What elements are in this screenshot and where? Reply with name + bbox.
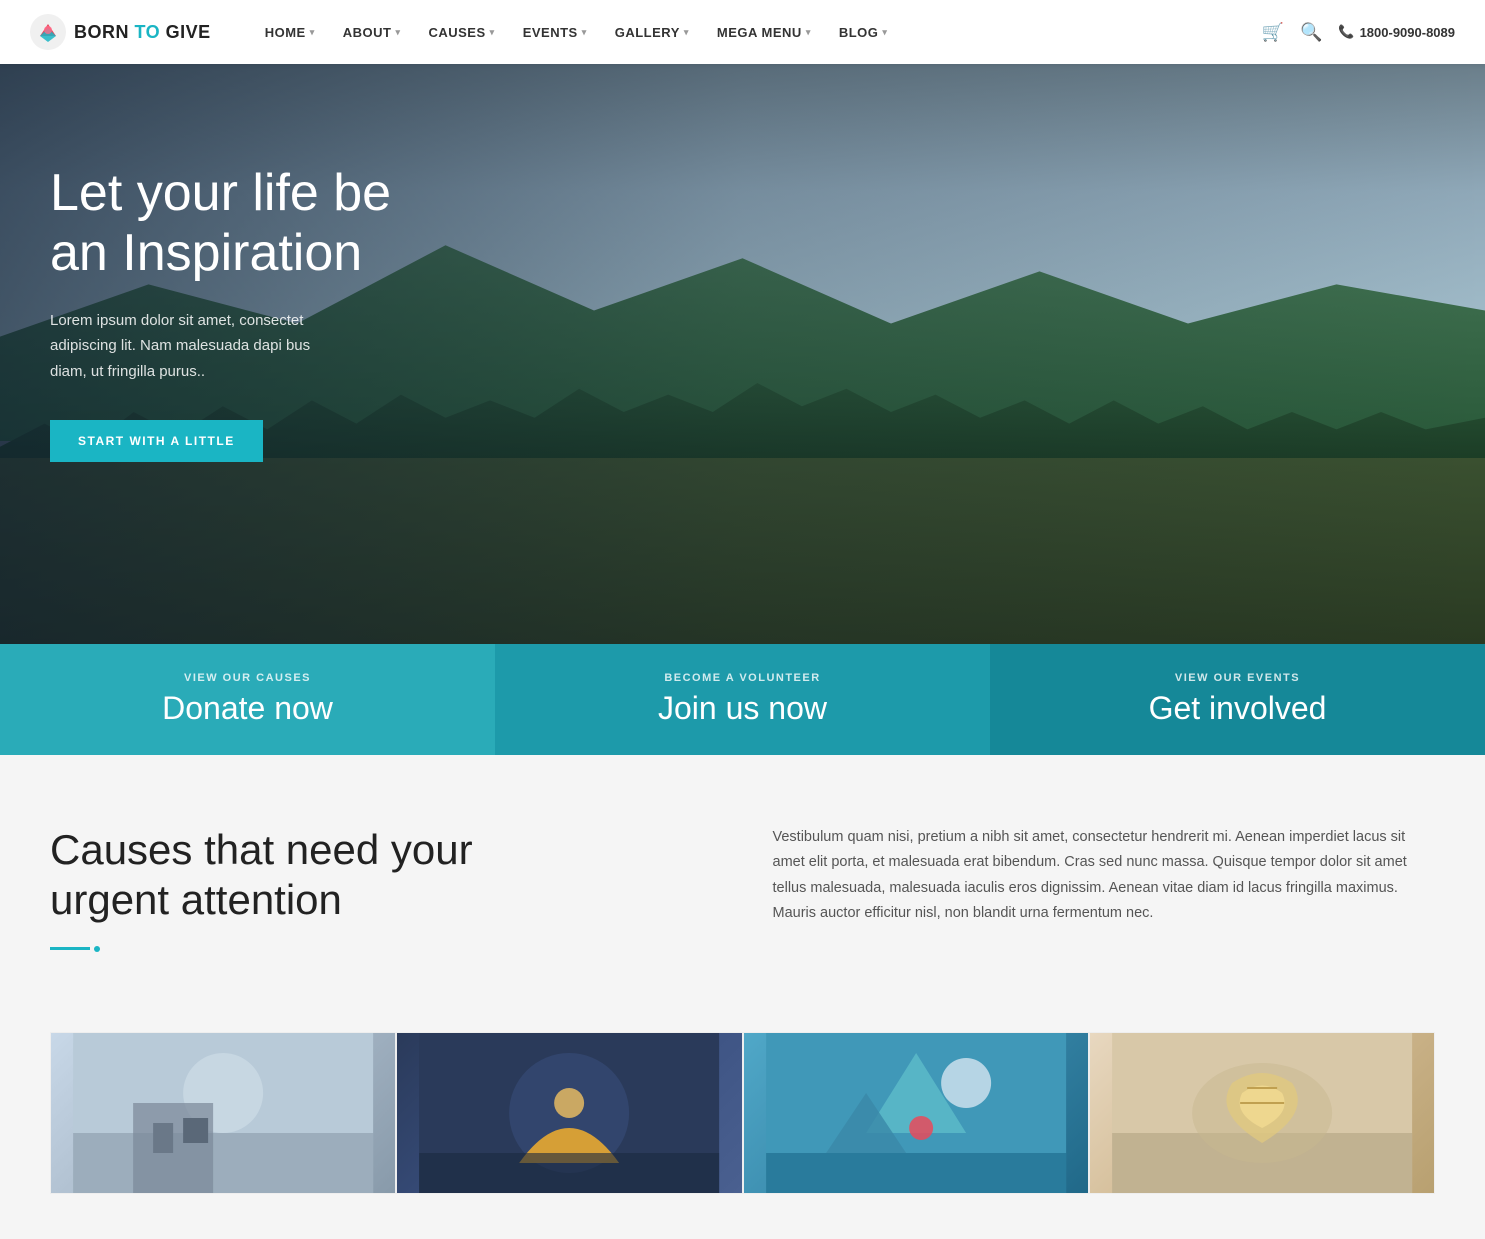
card-1[interactable] <box>50 1032 396 1194</box>
nav-item-gallery[interactable]: GALLERY ▾ <box>601 25 703 40</box>
hero-subtitle: Lorem ipsum dolor sit amet, consectet ad… <box>50 308 350 385</box>
nav-item-causes[interactable]: CAUSES ▾ <box>414 25 508 40</box>
card-image-1 <box>51 1033 395 1193</box>
hero-cta-button[interactable]: START WITH A LITTLE <box>50 420 263 462</box>
card-image-4 <box>1090 1033 1434 1193</box>
logo[interactable]: BORN TO GIVE <box>30 14 211 50</box>
banner-events[interactable]: VIEW OUR EVENTS Get involved <box>990 644 1485 755</box>
card-4[interactable] <box>1089 1032 1435 1194</box>
nav-item-about[interactable]: ABOUT ▾ <box>329 25 415 40</box>
nav-item-mega-menu[interactable]: MEGA MENU ▾ <box>703 25 825 40</box>
banner-volunteer-label: BECOME A VOLUNTEER <box>664 672 820 684</box>
main-right: Vestibulum quam nisi, pretium a nibh sit… <box>773 825 1436 927</box>
hero-title: Let your life be an Inspiration <box>50 164 410 284</box>
hero-content: Let your life be an Inspiration Lorem ip… <box>0 64 460 512</box>
underline-dot <box>94 946 100 952</box>
banner-events-label: VIEW OUR EVENTS <box>1175 672 1300 684</box>
nav-item-home[interactable]: HOME ▾ <box>251 25 329 40</box>
card-2[interactable] <box>396 1032 742 1194</box>
underline-bar <box>50 947 90 950</box>
hero-section: Let your life be an Inspiration Lorem ip… <box>0 64 1485 644</box>
banner-volunteer[interactable]: BECOME A VOLUNTEER Join us now <box>495 644 990 755</box>
nav-item-blog[interactable]: BLOG ▾ <box>825 25 902 40</box>
logo-text: BORN TO GIVE <box>74 22 211 43</box>
search-icon[interactable]: 🔍 <box>1300 22 1322 43</box>
card-image-3 <box>744 1033 1088 1193</box>
main-left: Causes that need your urgent attention <box>50 825 713 952</box>
nav-links: HOME ▾ ABOUT ▾ CAUSES ▾ EVENTS ▾ GALLERY… <box>251 25 1262 40</box>
banner-events-title: Get involved <box>1149 690 1327 727</box>
phone-number: 📞 1800-9090-8089 <box>1338 24 1455 40</box>
banner-donate[interactable]: VIEW OUR CAUSES Donate now <box>0 644 495 755</box>
banner-volunteer-title: Join us now <box>658 690 827 727</box>
navbar: BORN TO GIVE HOME ▾ ABOUT ▾ CAUSES ▾ EVE… <box>0 0 1485 64</box>
card-3[interactable] <box>743 1032 1089 1194</box>
cart-icon[interactable]: 🛒 <box>1262 22 1284 43</box>
cards-row <box>0 992 1485 1194</box>
nav-right: 🛒 🔍 📞 1800-9090-8089 <box>1262 22 1455 43</box>
phone-icon: 📞 <box>1338 24 1354 40</box>
banner-donate-title: Donate now <box>162 690 333 727</box>
nav-item-events[interactable]: EVENTS ▾ <box>509 25 601 40</box>
section-underline <box>50 946 713 952</box>
banner-strip: VIEW OUR CAUSES Donate now BECOME A VOLU… <box>0 644 1485 755</box>
banner-donate-label: VIEW OUR CAUSES <box>184 672 311 684</box>
section-heading: Causes that need your urgent attention <box>50 825 713 926</box>
section-body: Vestibulum quam nisi, pretium a nibh sit… <box>773 825 1436 927</box>
card-image-2 <box>397 1033 741 1193</box>
main-section: Causes that need your urgent attention V… <box>0 755 1485 992</box>
